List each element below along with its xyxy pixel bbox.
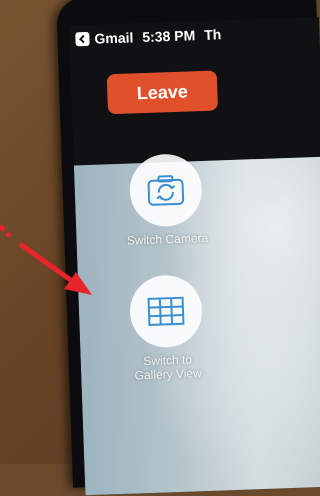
gallery-view-control[interactable]: Switch to Gallery View [105,273,229,383]
switch-camera-control[interactable]: Switch Camera [105,152,228,248]
switch-camera-button[interactable] [128,153,204,228]
status-time: 5:38 PM [142,27,196,46]
meeting-screen: Gmail 5:38 PM Th Leave Switch Camera Swi… [68,16,320,496]
gallery-view-button[interactable] [128,274,204,349]
leave-button[interactable]: Leave [106,70,219,115]
back-app-label[interactable]: Gmail [94,29,133,46]
tablet-device: Gmail 5:38 PM Th Leave Switch Camera Swi… [56,0,320,496]
status-bar: Gmail 5:38 PM Th [75,25,222,48]
grid-icon [147,296,185,326]
status-day: Th [203,26,222,43]
back-icon[interactable] [75,31,90,47]
camera-rotate-icon [147,175,185,206]
